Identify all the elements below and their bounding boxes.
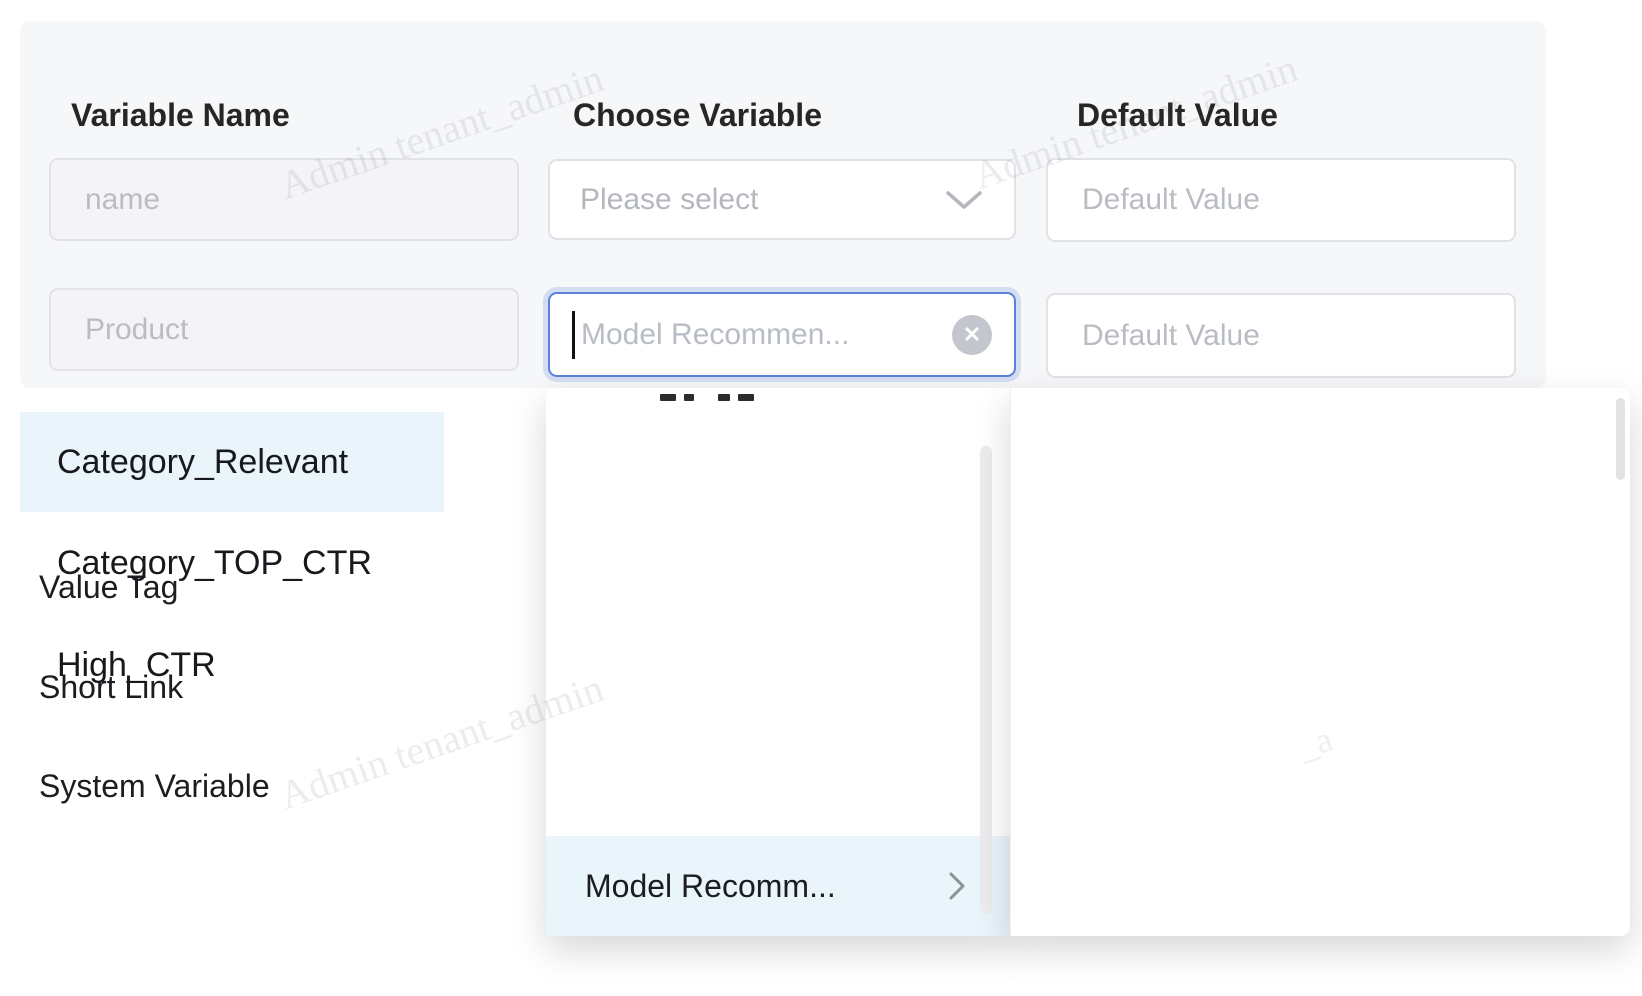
select-placeholder-text: Please select <box>580 183 944 217</box>
menu-item-label: Model Recomm... <box>585 868 938 905</box>
choose-variable-cascader-row2[interactable]: Model Recommen... ✕ <box>548 292 1016 377</box>
submenu-item-high-ctr[interactable]: High_CTR <box>20 615 444 715</box>
variable-name-input-row1[interactable] <box>49 158 519 241</box>
chevron-down-icon <box>944 188 984 212</box>
chevron-right-icon <box>948 870 966 902</box>
submenu-item-label: Category_TOP_CTR <box>57 544 372 583</box>
submenu-item-category-top-ctr[interactable]: Category_TOP_CTR <box>20 513 444 613</box>
submenu-item-label: High_CTR <box>57 646 216 685</box>
submenu-scrollbar-thumb[interactable] <box>1616 398 1625 480</box>
column-label-choose-variable: Choose Variable <box>573 99 822 131</box>
default-value-input-row2[interactable] <box>1046 293 1516 378</box>
column-label-default-value: Default Value <box>1077 99 1278 131</box>
submenu-item-category-relevant[interactable]: Category_Relevant <box>20 412 444 512</box>
cascader-selected-value: Model Recommen... <box>581 318 952 352</box>
default-value-input-row1[interactable] <box>1046 158 1516 242</box>
menu-scrollbar-thumb[interactable] <box>980 446 992 914</box>
submenu-item-label: Category_Relevant <box>57 443 348 482</box>
text-cursor <box>572 311 575 359</box>
variable-name-input-row2[interactable] <box>49 288 519 371</box>
menu-item-model-recommend[interactable]: Model Recomm... <box>546 836 1010 936</box>
variable-mapping-screen: Variable Name Choose Variable Default Va… <box>0 0 1642 996</box>
choose-variable-select-row1[interactable]: Please select <box>548 159 1016 240</box>
clipped-menu-item[interactable] <box>660 394 780 404</box>
column-label-variable-name: Variable Name <box>71 99 290 131</box>
clear-icon[interactable]: ✕ <box>952 315 992 355</box>
cascader-submenu-panel <box>1010 388 1630 936</box>
